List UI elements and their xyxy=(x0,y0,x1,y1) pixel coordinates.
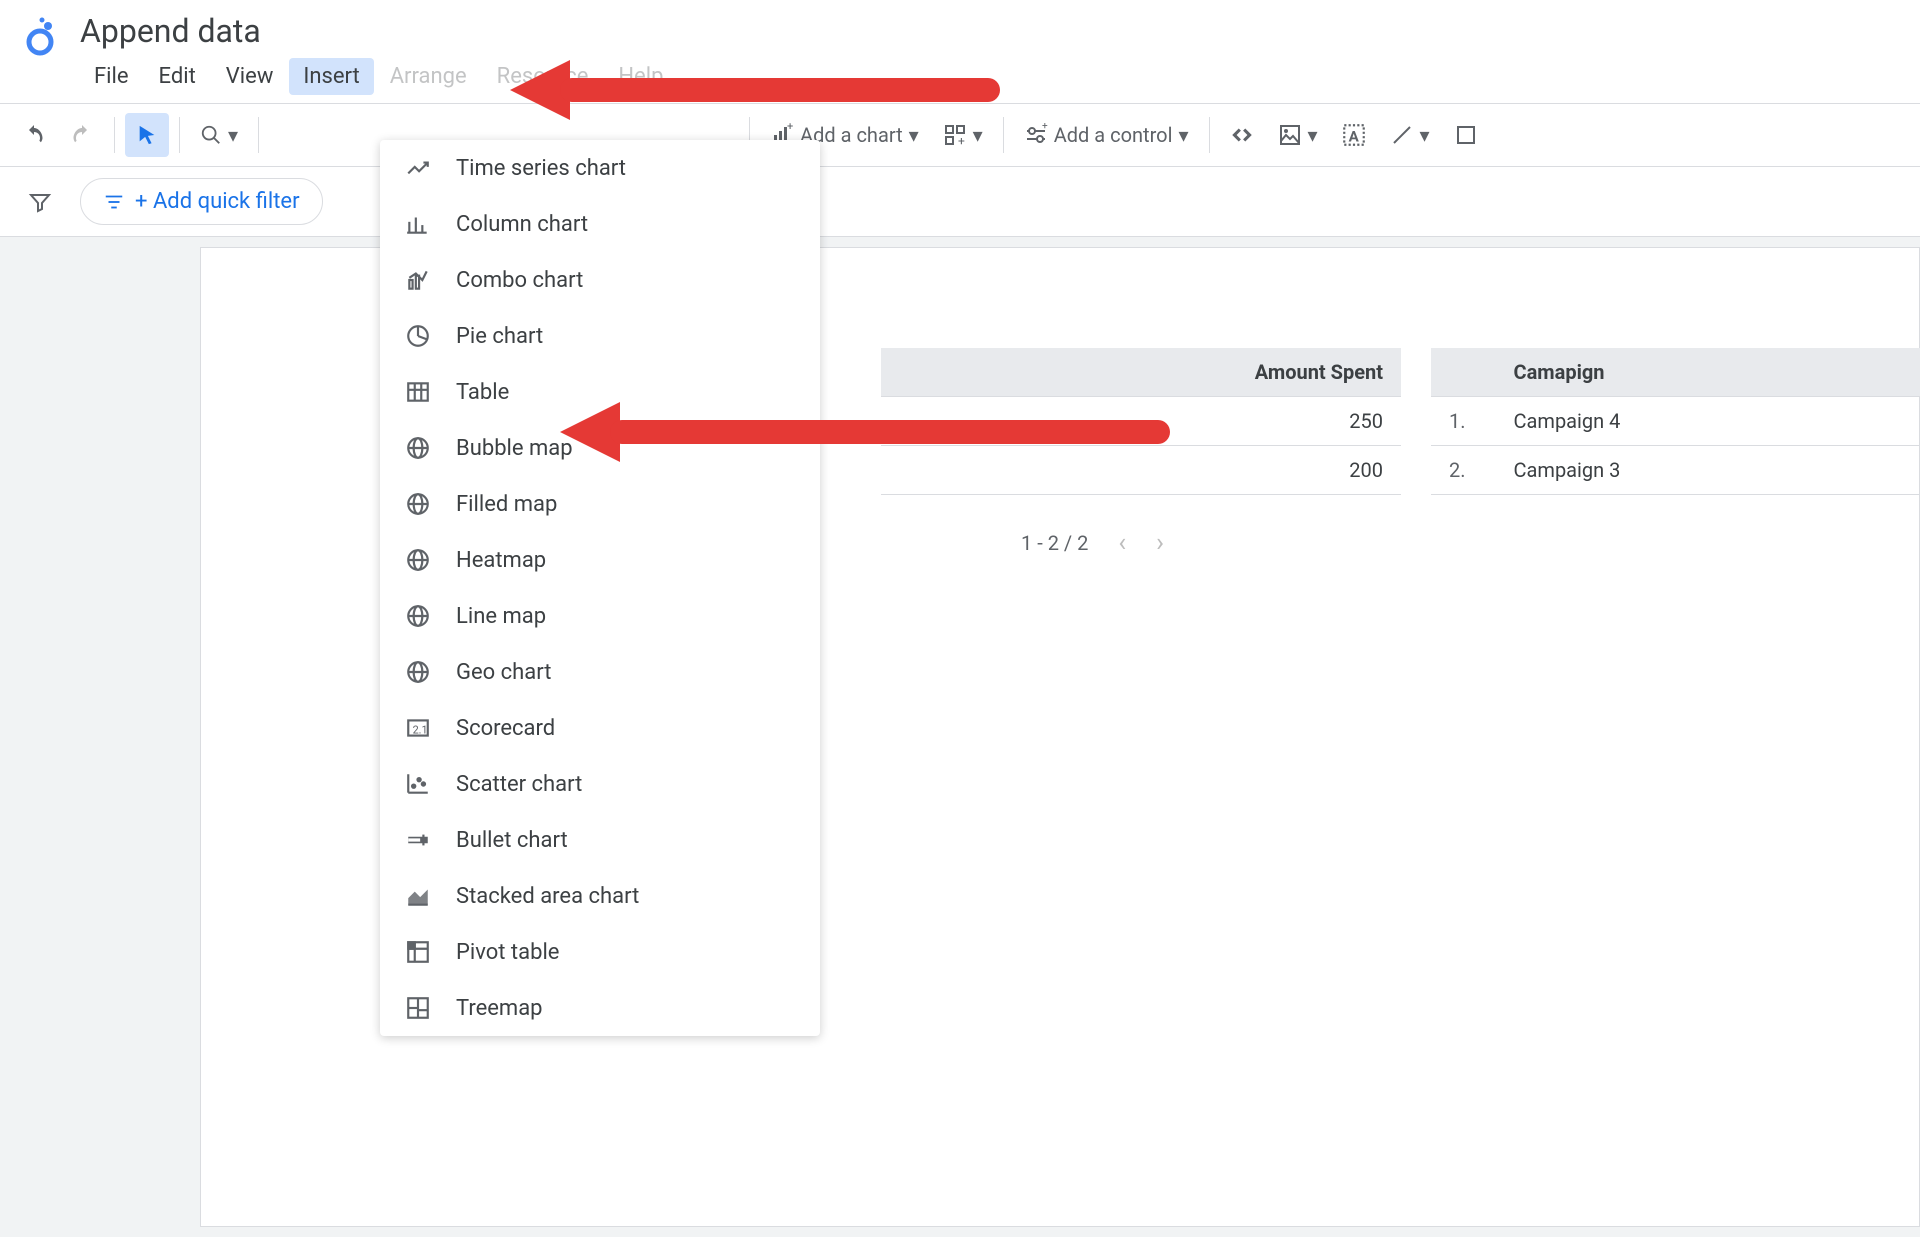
chevron-down-icon: ▾ xyxy=(1308,123,1318,147)
insert-menu-item-label: Scorecard xyxy=(456,716,555,741)
scorecard-icon: 2.1 xyxy=(404,714,432,742)
insert-menu-item-geo-chart[interactable]: Geo chart xyxy=(380,644,820,700)
filter-icon[interactable] xyxy=(18,180,62,224)
globe-icon xyxy=(404,546,432,574)
redo-button[interactable] xyxy=(60,113,104,157)
insert-menu-item-label: Heatmap xyxy=(456,548,546,573)
menu-view[interactable]: View xyxy=(212,58,288,95)
insert-menu-item-combo-chart[interactable]: Combo chart xyxy=(380,252,820,308)
table-row[interactable]: 1.Campaign 4 xyxy=(1431,397,1920,446)
insert-menu-item-label: Time series chart xyxy=(456,156,626,181)
insert-menu-item-heatmap[interactable]: Heatmap xyxy=(380,532,820,588)
add-quick-filter-button[interactable]: + Add quick filter xyxy=(80,178,323,225)
svg-text:+: + xyxy=(1042,123,1048,132)
insert-menu-item-label: Bullet chart xyxy=(456,828,568,853)
menu-arrange[interactable]: Arrange xyxy=(376,58,481,95)
chevron-down-icon: ▾ xyxy=(1178,123,1188,147)
insert-menu-item-label: Geo chart xyxy=(456,660,551,685)
filter-lines-icon xyxy=(103,191,125,213)
table-icon xyxy=(404,378,432,406)
insert-menu-item-treemap[interactable]: Treemap xyxy=(380,980,820,1036)
insert-menu-item-stacked-area-chart[interactable]: Stacked area chart xyxy=(380,868,820,924)
insert-menu-item-column-chart[interactable]: Column chart xyxy=(380,196,820,252)
svg-text:+: + xyxy=(787,123,793,133)
selection-tool[interactable] xyxy=(125,113,169,157)
bullet-icon xyxy=(404,826,432,854)
pivot-icon xyxy=(404,938,432,966)
combo-icon xyxy=(404,266,432,294)
insert-menu-item-scorecard[interactable]: 2.1 Scorecard xyxy=(380,700,820,756)
filter-bar: + Add quick filter xyxy=(0,167,1920,237)
embed-button[interactable] xyxy=(1220,113,1264,157)
table-header: Camapign xyxy=(1496,348,1920,397)
insert-menu-item-label: Combo chart xyxy=(456,268,583,293)
image-dropdown[interactable]: ▾ xyxy=(1268,113,1328,157)
insert-menu-item-label: Bubble map xyxy=(456,436,573,461)
insert-menu-item-label: Filled map xyxy=(456,492,557,517)
globe-icon xyxy=(404,434,432,462)
table-row[interactable]: 200 xyxy=(881,446,1401,495)
add-control-label: Add a control xyxy=(1054,123,1173,147)
pagination-range: 1 - 2 / 2 xyxy=(1021,531,1088,555)
menu-insert[interactable]: Insert xyxy=(289,58,373,95)
insert-menu-item-label: Table xyxy=(456,380,509,405)
globe-icon xyxy=(404,658,432,686)
shape-button[interactable] xyxy=(1444,113,1488,157)
add-control-dropdown[interactable]: + Add a control ▾ xyxy=(1014,113,1199,157)
insert-menu-item-pie-chart[interactable]: Pie chart xyxy=(380,308,820,364)
campaign-table[interactable]: Camapign 1.Campaign 4 2.Campaign 3 xyxy=(1431,348,1920,495)
table-pagination: 1 - 2 / 2 ‹ › xyxy=(1021,528,1164,558)
area-icon xyxy=(404,882,432,910)
text-button[interactable]: A xyxy=(1332,113,1376,157)
pie-icon xyxy=(404,322,432,350)
insert-menu-item-scatter-chart[interactable]: Scatter chart xyxy=(380,756,820,812)
prev-page-button[interactable]: ‹ xyxy=(1118,528,1126,558)
looker-studio-logo-icon xyxy=(20,16,60,56)
insert-menu-item-label: Column chart xyxy=(456,212,588,237)
insert-menu-item-pivot-table[interactable]: Pivot table xyxy=(380,924,820,980)
chevron-down-icon: ▾ xyxy=(973,123,983,147)
insert-menu-item-bullet-chart[interactable]: Bullet chart xyxy=(380,812,820,868)
insert-menu-item-line-map[interactable]: Line map xyxy=(380,588,820,644)
chevron-down-icon: ▾ xyxy=(1420,123,1430,147)
globe-icon xyxy=(404,602,432,630)
treemap-icon xyxy=(404,994,432,1022)
document-title[interactable]: Append data xyxy=(80,8,1900,54)
chevron-down-icon: ▾ xyxy=(228,123,238,147)
toolbar: ▾ + Add a chart ▾ +▾ + Add a control ▾ ▾… xyxy=(0,103,1920,167)
insert-menu-item-label: Line map xyxy=(456,604,546,629)
svg-text:A: A xyxy=(1348,128,1359,146)
undo-button[interactable] xyxy=(12,113,56,157)
svg-text:+: + xyxy=(958,134,965,147)
insert-dropdown-menu: Time series chart Column chart Combo chart… xyxy=(380,140,820,1036)
table-header: Amount Spent xyxy=(881,348,1401,397)
menu-file[interactable]: File xyxy=(80,58,143,95)
insert-menu-item-filled-map[interactable]: Filled map xyxy=(380,476,820,532)
chevron-down-icon: ▾ xyxy=(909,123,919,147)
line-dropdown[interactable]: ▾ xyxy=(1380,113,1440,157)
quick-filter-label: + Add quick filter xyxy=(135,189,300,214)
insert-menu-item-time-series-chart[interactable]: Time series chart xyxy=(380,140,820,196)
insert-menu-item-label: Pivot table xyxy=(456,940,559,965)
insert-menu-item-label: Treemap xyxy=(456,996,543,1021)
menu-edit[interactable]: Edit xyxy=(145,58,210,95)
community-viz-dropdown[interactable]: +▾ xyxy=(933,113,993,157)
column-icon xyxy=(404,210,432,238)
next-page-button[interactable]: › xyxy=(1156,528,1164,558)
insert-menu-item-label: Stacked area chart xyxy=(456,884,639,909)
globe-icon xyxy=(404,490,432,518)
table-row[interactable]: 2.Campaign 3 xyxy=(1431,446,1920,495)
svg-text:2.1: 2.1 xyxy=(413,723,428,736)
canvas[interactable]: Amount Spent 250 200 1 - 2 / 2 ‹ › Camap… xyxy=(0,237,1920,1237)
zoom-dropdown[interactable]: ▾ xyxy=(190,113,248,157)
insert-menu-item-label: Pie chart xyxy=(456,324,543,349)
scatter-icon xyxy=(404,770,432,798)
insert-menu-item-label: Scatter chart xyxy=(456,772,582,797)
timeseries-icon xyxy=(404,154,432,182)
